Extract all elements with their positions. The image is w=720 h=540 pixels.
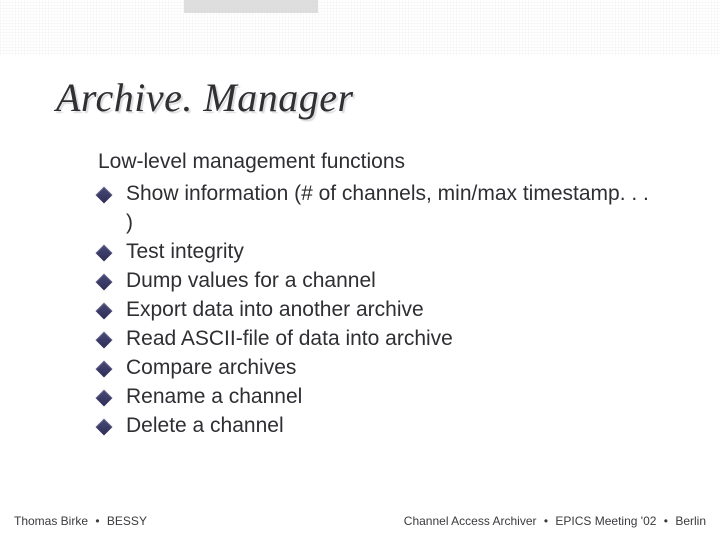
list-item: Export data into another archive [98, 296, 658, 325]
list-item: Compare archives [98, 354, 658, 383]
list-item-label: Export data into another archive [126, 298, 424, 321]
footer-app: Channel Access Archiver [404, 514, 537, 528]
footer: Thomas Birke • BESSY Channel Access Arch… [0, 514, 720, 528]
diamond-bullet-icon [96, 361, 113, 378]
footer-right: Channel Access Archiver • EPICS Meeting … [404, 514, 706, 528]
list-item-label: Test integrity [126, 240, 244, 263]
list-item-label: Read ASCII-file of data into archive [126, 327, 453, 350]
diamond-bullet-icon [96, 274, 113, 291]
separator-dot: • [664, 514, 668, 528]
bullet-list: Show information (# of channels, min/max… [98, 180, 658, 441]
footer-org: BESSY [107, 514, 147, 528]
footer-left: Thomas Birke • BESSY [14, 514, 147, 528]
diamond-bullet-icon [96, 187, 113, 204]
intro-text: Low-level management functions [98, 150, 658, 174]
separator-dot: • [544, 514, 548, 528]
slide-content: Low-level management functions Show info… [98, 150, 658, 441]
list-item: Read ASCII-file of data into archive [98, 325, 658, 354]
diamond-bullet-icon [96, 419, 113, 436]
list-item: Test integrity [98, 238, 658, 267]
footer-event: EPICS Meeting '02 [555, 514, 656, 528]
footer-place: Berlin [675, 514, 706, 528]
list-item-label: Rename a channel [126, 385, 302, 408]
list-item: Dump values for a channel [98, 267, 658, 296]
diamond-bullet-icon [96, 303, 113, 320]
list-item: Show information (# of channels, min/max… [98, 180, 658, 238]
diamond-bullet-icon [96, 332, 113, 349]
list-item: Rename a channel [98, 383, 658, 412]
list-item: Delete a channel [98, 412, 658, 441]
header-texture [0, 0, 720, 54]
list-item-label: Compare archives [126, 356, 296, 379]
diamond-bullet-icon [96, 245, 113, 262]
separator-dot: • [95, 514, 99, 528]
slide-title: Archive. Manager [56, 74, 354, 121]
tab-shadow [184, 0, 318, 13]
footer-author: Thomas Birke [14, 514, 88, 528]
list-item-label: Delete a channel [126, 414, 284, 437]
list-item-label: Dump values for a channel [126, 269, 376, 292]
list-item-label: Show information (# of channels, min/max… [126, 182, 649, 234]
diamond-bullet-icon [96, 390, 113, 407]
